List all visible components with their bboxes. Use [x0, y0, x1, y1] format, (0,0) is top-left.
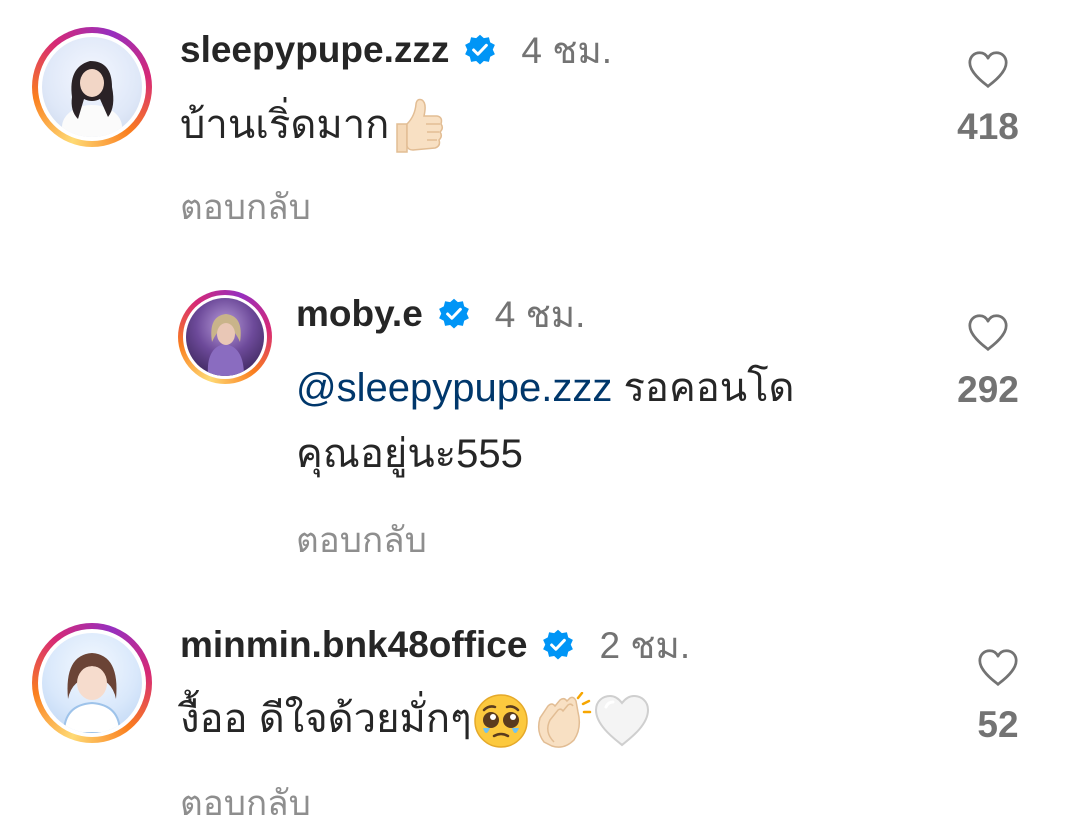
- comment-header: moby.e 4 ชม.: [296, 290, 585, 338]
- heart-icon[interactable]: [966, 313, 1010, 353]
- timestamp: 4 ชม.: [521, 29, 612, 71]
- verified-badge-icon: [465, 34, 496, 65]
- like-count: 292: [957, 369, 1019, 410]
- avatar[interactable]: [42, 633, 142, 733]
- mention-link[interactable]: @sleepypupe.zzz: [296, 366, 612, 410]
- comment-text: @sleepypupe.zzz รอคอนโด คุณอยู่นะ555: [296, 366, 795, 476]
- thumbs-up-emoji-icon: [396, 99, 444, 154]
- heart-icon[interactable]: [966, 50, 1010, 90]
- comment-header: minmin.bnk48office 2 ชม.: [180, 621, 690, 669]
- pleading-face-emoji-icon: [473, 694, 528, 749]
- timestamp: 4 ชม.: [494, 293, 586, 335]
- username[interactable]: sleepypupe.zzz: [180, 29, 449, 71]
- verified-badge-icon: [543, 629, 574, 660]
- heart-icon[interactable]: [976, 648, 1020, 688]
- like-count: 418: [957, 106, 1019, 147]
- like-section: 52: [943, 648, 1053, 746]
- comment-text: งื้ออ ดีใจด้วยมั่กๆ: [180, 686, 652, 752]
- timestamp: 2 ชม.: [599, 624, 691, 666]
- comment-header: sleepypupe.zzz 4 ชม.: [180, 26, 612, 74]
- username[interactable]: moby.e: [296, 293, 423, 335]
- like-count: 52: [977, 704, 1019, 745]
- reply-button[interactable]: ตอบกลับ: [296, 513, 427, 568]
- avatar[interactable]: [186, 298, 264, 376]
- like-section: 292: [933, 313, 1043, 411]
- username[interactable]: minmin.bnk48office: [180, 624, 527, 666]
- reply-button[interactable]: ตอบกลับ: [180, 180, 311, 235]
- avatar[interactable]: [42, 37, 142, 137]
- white-heart-emoji-icon: [594, 695, 649, 747]
- clapping-hands-emoji-icon: [537, 692, 591, 749]
- verified-badge-icon: [438, 298, 469, 329]
- reply-button[interactable]: ตอบกลับ: [180, 776, 311, 831]
- like-section: 418: [933, 50, 1043, 148]
- comment-text: บ้านเริ่ดมาก: [180, 92, 445, 158]
